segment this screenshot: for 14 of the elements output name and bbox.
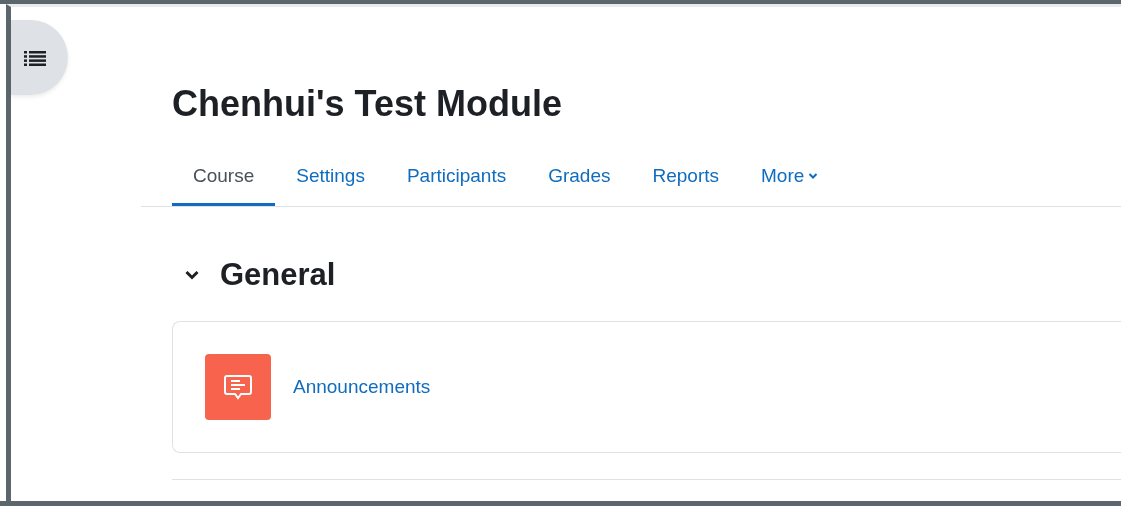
chevron-icon bbox=[184, 269, 200, 281]
nav-tab[interactable]: Grades bbox=[527, 155, 632, 206]
forum-icon bbox=[205, 354, 271, 420]
nav-tab[interactable]: Participants bbox=[385, 155, 528, 206]
nav-tab[interactable]: More bbox=[740, 155, 840, 206]
nav-tab[interactable]: Settings bbox=[275, 155, 386, 206]
course-index-toggle[interactable] bbox=[11, 20, 68, 95]
caret-icon bbox=[808, 172, 819, 180]
nav-tab[interactable]: Reports bbox=[631, 155, 741, 206]
course-title: Chenhui's Test Module bbox=[171, 82, 563, 126]
activity-link[interactable]: Announcements bbox=[293, 376, 431, 398]
list-icon bbox=[23, 49, 46, 66]
section-title: General bbox=[220, 257, 336, 293]
nav-tab[interactable]: Course bbox=[172, 155, 276, 206]
